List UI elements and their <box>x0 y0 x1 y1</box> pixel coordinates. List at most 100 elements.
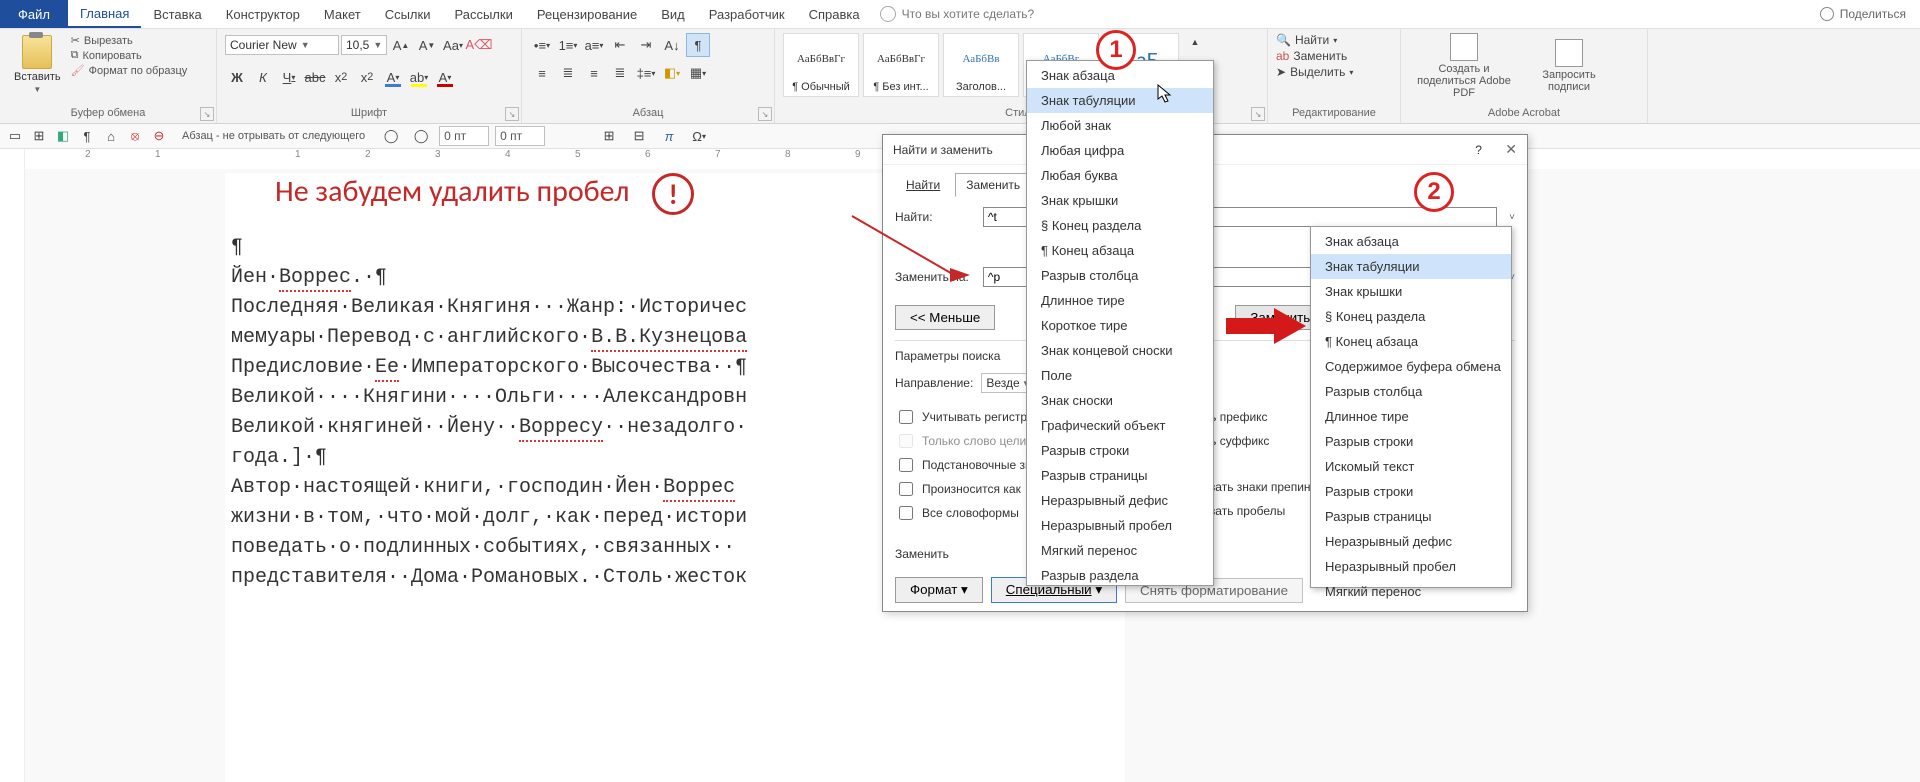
menu2-item[interactable]: Мягкий перенос <box>1311 579 1511 604</box>
dialog-help-button[interactable]: ? <box>1475 143 1482 157</box>
styles-up[interactable]: ▲ <box>1183 33 1207 51</box>
paragraph-launcher[interactable]: ↘ <box>758 107 772 121</box>
sb-radio[interactable]: ◯ <box>409 124 433 148</box>
text-effects-button[interactable]: A▾ <box>381 65 405 89</box>
menu2-item[interactable]: § Конец раздела <box>1311 304 1511 329</box>
menu1-item[interactable]: Разрыв столбца <box>1027 263 1213 288</box>
sb-spacing-before[interactable]: 0 пт <box>439 126 489 146</box>
tell-me[interactable]: Что вы хотите сделать? <box>880 0 1035 28</box>
align-right-button[interactable]: ≡ <box>582 61 606 85</box>
bullets-button[interactable]: •≡▾ <box>530 33 554 57</box>
tab-references[interactable]: Ссылки <box>373 0 443 28</box>
sb-icon[interactable]: Ω▾ <box>687 124 711 148</box>
find-button[interactable]: 🔍Найти▾ <box>1276 33 1353 47</box>
menu2-item[interactable]: Разрыв столбца <box>1311 379 1511 404</box>
menu1-item[interactable]: Знак крышки <box>1027 188 1213 213</box>
numbering-button[interactable]: 1≡▾ <box>556 33 580 57</box>
sort-button[interactable]: A↓ <box>660 33 684 57</box>
menu2-item[interactable]: Искомый текст <box>1311 454 1511 479</box>
font-color-button[interactable]: A▾ <box>433 65 457 89</box>
font-size-combo[interactable]: 10,5▼ <box>341 35 387 55</box>
paste-button[interactable]: Вставить ▼ <box>8 33 67 96</box>
menu2-item[interactable]: Знак абзаца <box>1311 229 1511 254</box>
justify-button[interactable]: ≣ <box>608 61 632 85</box>
increase-indent-button[interactable]: ⇥ <box>634 33 658 57</box>
show-marks-button[interactable]: ¶ <box>686 33 710 57</box>
tab-file[interactable]: Файл <box>0 0 68 28</box>
tab-mailings[interactable]: Рассылки <box>442 0 524 28</box>
menu1-item[interactable]: ¶ Конец абзаца <box>1027 238 1213 263</box>
document-text[interactable]: ¶ Йен·Воррес.·¶ Последняя·Великая·Княгин… <box>231 233 747 593</box>
menu1-item[interactable]: Любая буква <box>1027 163 1213 188</box>
font-name-combo[interactable]: Courier New▼ <box>225 35 339 55</box>
menu1-item[interactable]: Любая цифра <box>1027 138 1213 163</box>
menu2-item[interactable]: Разрыв строки <box>1311 479 1511 504</box>
sb-icon[interactable]: π <box>657 124 681 148</box>
tab-home[interactable]: Главная <box>68 0 141 28</box>
menu1-item[interactable]: Неразрывный дефис <box>1027 488 1213 513</box>
change-case-button[interactable]: Aa▾ <box>441 33 465 57</box>
menu1-item[interactable]: Знак концевой сноски <box>1027 338 1213 363</box>
menu1-item[interactable]: Короткое тире <box>1027 313 1213 338</box>
menu1-item[interactable]: Мягкий перенос <box>1027 538 1213 563</box>
tab-layout[interactable]: Макет <box>312 0 373 28</box>
subscript-button[interactable]: x2 <box>329 65 353 89</box>
cut-button[interactable]: ✂Вырезать <box>71 33 188 48</box>
dialog-tab-replace[interactable]: Заменить <box>955 173 1031 197</box>
shrink-font-button[interactable]: A▼ <box>415 33 439 57</box>
tab-insert[interactable]: Вставка <box>141 0 213 28</box>
shading-button[interactable]: ◧▾ <box>660 61 684 85</box>
dialog-tab-find[interactable]: Найти <box>895 173 951 197</box>
menu2-item[interactable]: Неразрывный пробел <box>1311 554 1511 579</box>
menu1-item[interactable]: Разрыв раздела <box>1027 563 1213 586</box>
menu2-item[interactable]: Содержимое буфера обмена <box>1311 354 1511 379</box>
format-painter-button[interactable]: 🖌Формат по образцу <box>71 63 188 78</box>
sb-icon[interactable]: ⊟ <box>627 124 651 148</box>
menu2-item[interactable]: Неразрывный дефис <box>1311 529 1511 554</box>
sb-icon[interactable]: ⊖ <box>150 127 168 145</box>
sb-icon[interactable]: ⌂ <box>102 127 120 145</box>
sb-icon[interactable]: ⊞ <box>597 124 621 148</box>
superscript-button[interactable]: x2 <box>355 65 379 89</box>
font-launcher[interactable]: ↘ <box>505 107 519 121</box>
menu1-item[interactable]: Неразрывный пробел <box>1027 513 1213 538</box>
decrease-indent-button[interactable]: ⇤ <box>608 33 632 57</box>
dialog-close-button[interactable]: ✕ <box>1505 141 1517 157</box>
menu1-item[interactable]: Поле <box>1027 363 1213 388</box>
strike-button[interactable]: abc <box>303 65 327 89</box>
menu2-item-tab[interactable]: Знак табуляции <box>1311 254 1511 279</box>
align-center-button[interactable]: ≣ <box>556 61 580 85</box>
menu2-item[interactable]: Разрыв страницы <box>1311 504 1511 529</box>
style-heading1[interactable]: АаБбВвЗаголов... <box>943 33 1019 97</box>
sb-radio[interactable]: ◯ <box>379 124 403 148</box>
menu1-item[interactable]: Разрыв страницы <box>1027 463 1213 488</box>
styles-launcher[interactable]: ↘ <box>1251 107 1265 121</box>
menu1-item[interactable]: Разрыв строки <box>1027 438 1213 463</box>
format-button[interactable]: Формат ▾ <box>895 577 983 603</box>
tab-developer[interactable]: Разработчик <box>697 0 797 28</box>
menu1-item[interactable]: § Конец раздела <box>1027 213 1213 238</box>
tab-help[interactable]: Справка <box>797 0 872 28</box>
create-pdf-button[interactable]: Создать и поделиться Adobe PDF <box>1409 33 1519 99</box>
line-spacing-button[interactable]: ‡≡▾ <box>634 61 658 85</box>
sb-icon[interactable]: ◧ <box>54 127 72 145</box>
tab-design[interactable]: Конструктор <box>214 0 312 28</box>
menu2-item[interactable]: Разрыв строки <box>1311 429 1511 454</box>
share-button[interactable]: Поделиться <box>1806 0 1920 28</box>
tab-review[interactable]: Рецензирование <box>525 0 649 28</box>
sb-icon[interactable]: ¶ <box>78 127 96 145</box>
replace-button[interactable]: abЗаменить <box>1276 49 1353 63</box>
multilevel-button[interactable]: a≡▾ <box>582 33 606 57</box>
request-sign-button[interactable]: Запросить подписи <box>1529 39 1609 93</box>
sb-icon[interactable]: ⦻ <box>126 127 144 145</box>
style-nospacing[interactable]: АаБбВвГг¶ Без инт... <box>863 33 939 97</box>
borders-button[interactable]: ▦▾ <box>686 61 710 85</box>
clear-format-button[interactable]: A⌫ <box>467 33 491 57</box>
menu2-item[interactable]: Знак крышки <box>1311 279 1511 304</box>
italic-button[interactable]: К <box>251 65 275 89</box>
menu2-item[interactable]: Длинное тире <box>1311 404 1511 429</box>
menu1-item-tab[interactable]: Знак табуляции <box>1027 88 1213 113</box>
highlight-button[interactable]: ab▾ <box>407 65 431 89</box>
menu1-item[interactable]: Графический объект <box>1027 413 1213 438</box>
less-button[interactable]: << Меньше <box>895 305 995 330</box>
